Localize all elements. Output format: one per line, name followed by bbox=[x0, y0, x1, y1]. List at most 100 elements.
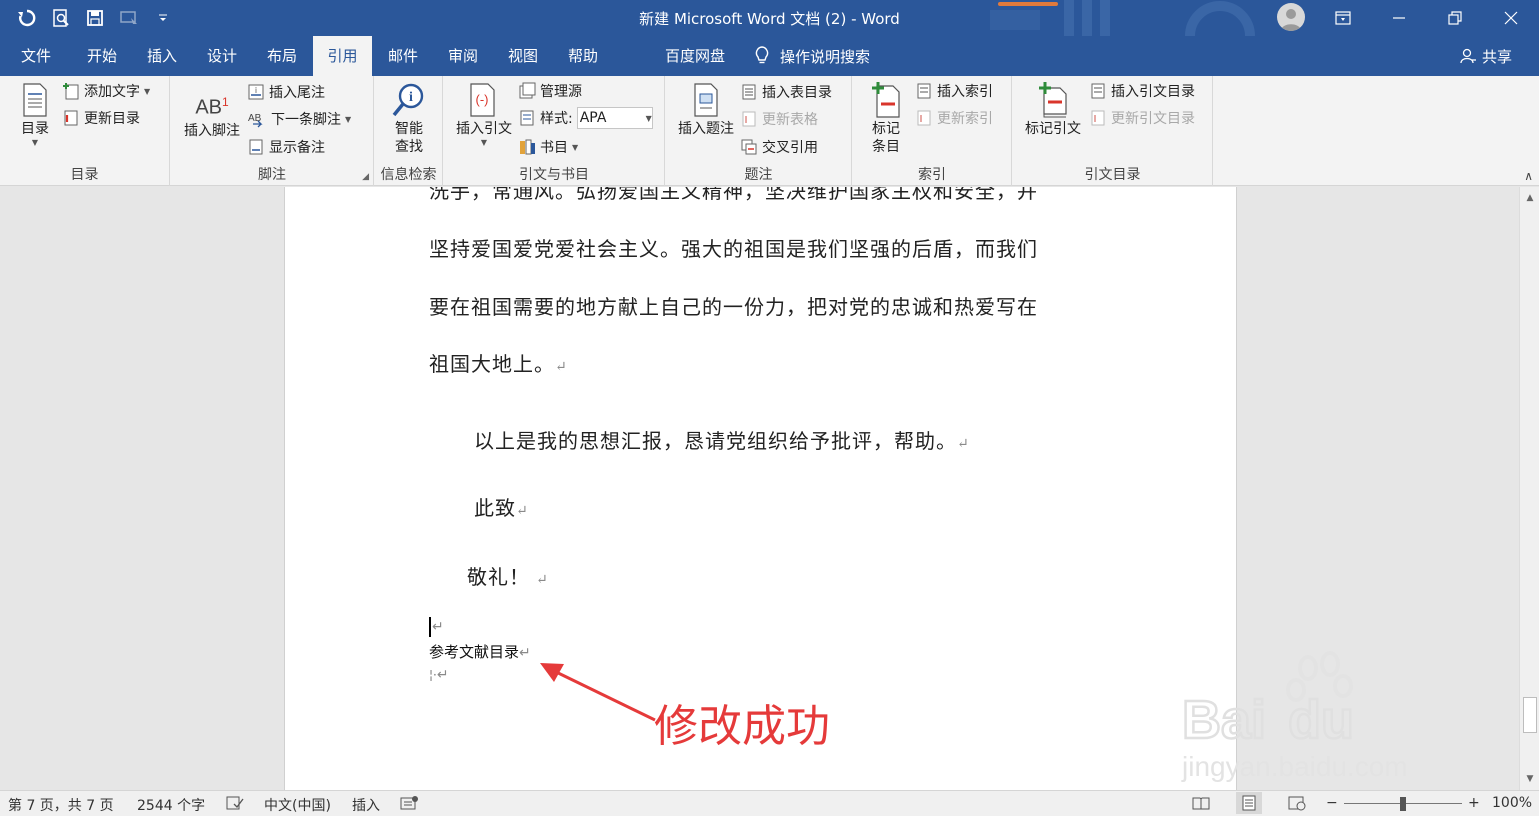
word-count[interactable]: 2544 个字 bbox=[137, 795, 205, 815]
group-captions: 插入题注 插入表目录 更新表格 交叉引用 题注 bbox=[666, 76, 852, 186]
insert-table-of-figures-button[interactable]: 插入表目录 bbox=[740, 81, 832, 103]
group-label-citations: 引文与书目 bbox=[519, 167, 589, 183]
group-table-of-authorities: 标记引文 插入引文目录 更新引文目录 引文目录 bbox=[1013, 76, 1213, 186]
macro-record-icon[interactable] bbox=[400, 795, 418, 815]
cross-reference-button[interactable]: 交叉引用 bbox=[740, 136, 818, 158]
next-footnote-button[interactable]: AB 下一条脚注 ▼ bbox=[247, 108, 351, 130]
paragraph-mark: ↵ bbox=[436, 667, 449, 683]
web-layout-icon[interactable] bbox=[1288, 795, 1306, 815]
tab-design[interactable]: 设计 bbox=[192, 36, 252, 76]
status-bar: 第 7 页，共 7 页 2544 个字 中文(中国) 插入 − + 100% bbox=[0, 790, 1539, 816]
chevron-down-icon: ▼ bbox=[572, 142, 579, 152]
zoom-out-button[interactable]: − bbox=[1326, 795, 1338, 811]
watermark-url: jingyan.baidu.com bbox=[1181, 751, 1408, 782]
language[interactable]: 中文(中国) bbox=[264, 795, 331, 815]
tell-me-search[interactable]: 操作说明搜索 bbox=[754, 36, 870, 76]
zoom-slider-thumb[interactable] bbox=[1400, 797, 1406, 811]
share-button[interactable]: 共享 bbox=[1460, 36, 1512, 76]
next-footnote-label: 下一条脚注 bbox=[271, 112, 341, 128]
tab-mailings[interactable]: 邮件 bbox=[373, 36, 433, 76]
cross-reference-label: 交叉引用 bbox=[762, 140, 818, 156]
manage-sources-button[interactable]: 管理源 bbox=[518, 80, 582, 102]
body-line-3-text: 祖国大地上。 bbox=[429, 352, 555, 376]
tell-me-label: 操作说明搜索 bbox=[780, 47, 871, 66]
read-mode-icon[interactable] bbox=[1192, 795, 1210, 815]
tab-review[interactable]: 审阅 bbox=[433, 36, 493, 76]
style-dropdown[interactable]: APA ▼ bbox=[576, 107, 653, 129]
bibliography-label: 书目 bbox=[540, 140, 568, 156]
update-toa-button[interactable]: 更新引文目录 bbox=[1089, 107, 1195, 129]
scroll-thumb[interactable] bbox=[1523, 697, 1537, 733]
print-layout-icon[interactable] bbox=[1236, 792, 1262, 814]
mark-entry-button[interactable]: 标记 条目 bbox=[861, 80, 911, 156]
zoom-level[interactable]: 100% bbox=[1492, 795, 1532, 811]
toc-button[interactable]: 目录 ▼ bbox=[14, 82, 56, 147]
bibliography-button[interactable]: 书目 ▼ bbox=[518, 136, 578, 158]
title-decoration bbox=[990, 0, 1260, 36]
tab-help[interactable]: 帮助 bbox=[553, 36, 613, 76]
collapse-ribbon-icon[interactable]: ∧ bbox=[1524, 169, 1533, 183]
insert-caption-button[interactable]: 插入题注 bbox=[674, 82, 738, 138]
group-index: 标记 条目 插入索引 更新索引 索引 bbox=[853, 76, 1012, 186]
endnote-icon: i bbox=[248, 84, 264, 100]
insert-toa-button[interactable]: 插入引文目录 bbox=[1089, 80, 1195, 102]
svg-text:i: i bbox=[255, 86, 257, 95]
mark-citation-button[interactable]: 标记引文 bbox=[1021, 80, 1085, 138]
dialog-launcher-icon[interactable]: ◢ bbox=[362, 172, 369, 182]
style-label: 样式: bbox=[540, 111, 573, 127]
insert-mode[interactable]: 插入 bbox=[352, 795, 380, 815]
style-selector[interactable]: 样式: APA ▼ bbox=[518, 107, 653, 129]
insert-endnote-button[interactable]: i 插入尾注 bbox=[247, 81, 325, 103]
group-label-footnotes: 脚注 bbox=[258, 167, 286, 183]
insert-index-label: 插入索引 bbox=[937, 84, 993, 100]
close-icon[interactable] bbox=[1483, 0, 1539, 36]
vertical-scrollbar[interactable]: ▲ ▼ bbox=[1519, 187, 1539, 790]
style-value: APA bbox=[579, 110, 607, 126]
insert-toa-label: 插入引文目录 bbox=[1111, 84, 1195, 100]
restore-icon[interactable] bbox=[1427, 0, 1483, 36]
zoom-in-button[interactable]: + bbox=[1468, 795, 1480, 811]
tab-baidu-netdisk[interactable]: 百度网盘 bbox=[655, 36, 735, 76]
tab-layout[interactable]: 布局 bbox=[252, 36, 312, 76]
body-line-1: 坚持爱国爱党爱社会主义。强大的祖国是我们坚强的后盾，而我们 bbox=[429, 237, 1038, 261]
ribbon-display-options-icon[interactable] bbox=[1315, 0, 1371, 36]
share-label: 共享 bbox=[1482, 47, 1513, 66]
show-notes-button[interactable]: 显示备注 bbox=[247, 136, 325, 158]
update-index-icon bbox=[917, 110, 931, 126]
group-label-toc: 目录 bbox=[70, 167, 99, 183]
show-notes-label: 显示备注 bbox=[269, 140, 325, 156]
update-toc-button[interactable]: 更新目录 bbox=[62, 107, 140, 129]
update-index-button[interactable]: 更新索引 bbox=[915, 107, 993, 129]
update-table-button[interactable]: 更新表格 bbox=[740, 108, 818, 130]
lightbulb-icon bbox=[755, 46, 769, 64]
page-count[interactable]: 第 7 页，共 7 页 bbox=[8, 795, 114, 815]
tab-file[interactable]: 文件 bbox=[8, 36, 64, 76]
watermark-brand-2: du bbox=[1288, 690, 1354, 750]
toc-title[interactable]: 参考文献目录↵ bbox=[429, 641, 531, 662]
watermark-suffix: 经验 bbox=[1358, 700, 1438, 746]
add-text-button[interactable]: 添加文字 ▼ bbox=[62, 80, 150, 102]
minimize-icon[interactable] bbox=[1371, 0, 1427, 36]
update-toc-label: 更新目录 bbox=[84, 111, 140, 127]
mark-entry-icon bbox=[872, 82, 900, 118]
annotation-arrow bbox=[540, 663, 656, 722]
mark-entry-label-1: 标记 bbox=[872, 121, 900, 137]
tab-home[interactable]: 开始 bbox=[72, 36, 132, 76]
ribbon-tabs: 文件 开始 插入 设计 布局 引用 邮件 审阅 视图 帮助 百度网盘 操作说明搜… bbox=[0, 36, 1539, 76]
insert-index-button[interactable]: 插入索引 bbox=[915, 80, 993, 102]
scroll-down-icon[interactable]: ▼ bbox=[1520, 770, 1539, 788]
update-table-icon bbox=[742, 111, 756, 127]
tab-insert[interactable]: 插入 bbox=[132, 36, 192, 76]
smart-lookup-label-1: 智能 bbox=[395, 121, 423, 137]
smart-lookup-button[interactable]: i 智能 查找 bbox=[385, 82, 433, 156]
insert-citation-button[interactable]: (-) 插入引文 ▼ bbox=[452, 82, 516, 147]
update-toa-label: 更新引文目录 bbox=[1111, 111, 1195, 127]
title-bar: 新建 Microsoft Word 文档 (2) - Word bbox=[0, 0, 1539, 36]
scroll-up-icon[interactable]: ▲ bbox=[1520, 189, 1539, 207]
next-footnote-icon: AB bbox=[248, 113, 263, 128]
tab-references[interactable]: 引用 bbox=[313, 36, 372, 76]
insert-footnote-button[interactable]: AB1 插入脚注 bbox=[179, 84, 245, 140]
proofing-icon[interactable] bbox=[226, 795, 244, 815]
user-avatar[interactable] bbox=[1277, 3, 1305, 31]
tab-view[interactable]: 视图 bbox=[493, 36, 553, 76]
